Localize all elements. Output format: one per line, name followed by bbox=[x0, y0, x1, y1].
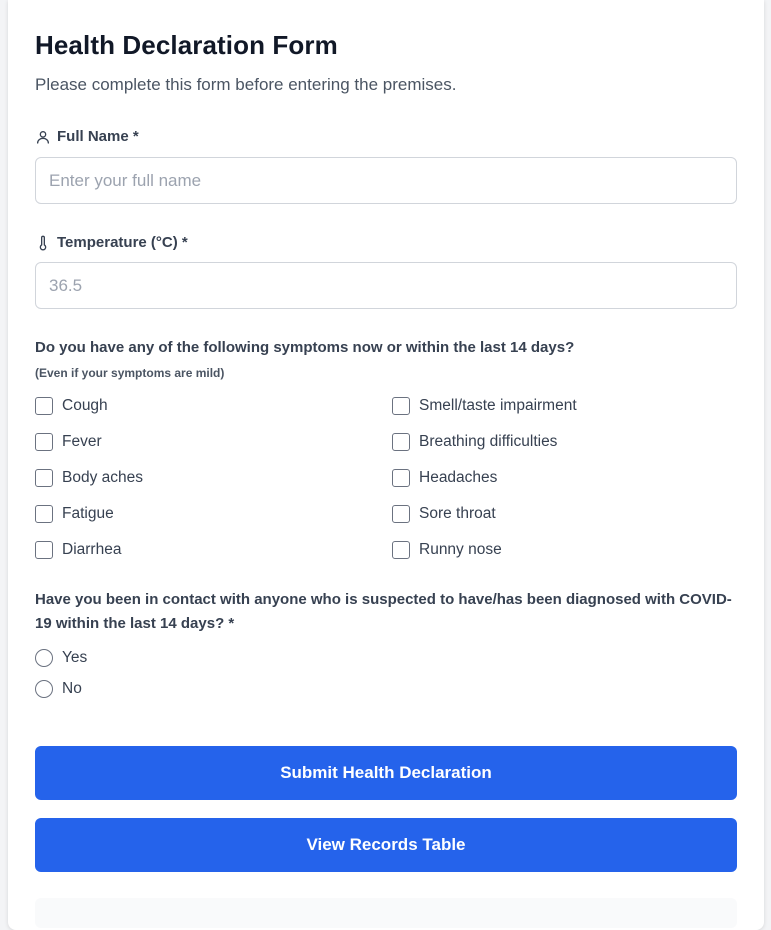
symptom-label: Smell/taste impairment bbox=[419, 397, 577, 414]
symptom-checkbox-smell-taste[interactable]: Smell/taste impairment bbox=[392, 397, 577, 415]
page-title: Health Declaration Form bbox=[35, 30, 338, 60]
checkbox[interactable] bbox=[392, 541, 410, 559]
checkbox[interactable] bbox=[35, 505, 53, 523]
symptom-label: Runny nose bbox=[419, 541, 502, 558]
user-icon bbox=[37, 130, 49, 144]
contact-radio-no[interactable]: No bbox=[35, 680, 82, 698]
symptom-label: Diarrhea bbox=[62, 541, 122, 558]
full-name-input[interactable] bbox=[35, 157, 737, 204]
symptoms-question: Do you have any of the following symptom… bbox=[35, 339, 575, 356]
symptom-checkbox-cough[interactable]: Cough bbox=[35, 397, 108, 415]
checkbox[interactable] bbox=[392, 397, 410, 415]
contact-radio-yes[interactable]: Yes bbox=[35, 649, 87, 667]
contact-question: Have you been in contact with anyone who… bbox=[35, 591, 732, 632]
temperature-input[interactable] bbox=[35, 262, 737, 309]
checkbox[interactable] bbox=[392, 469, 410, 487]
symptom-label: Fatigue bbox=[62, 505, 114, 522]
checkbox[interactable] bbox=[35, 469, 53, 487]
radio-label: Yes bbox=[62, 649, 88, 666]
symptom-checkbox-fatigue[interactable]: Fatigue bbox=[35, 505, 114, 523]
symptom-checkbox-sore-throat[interactable]: Sore throat bbox=[392, 505, 496, 523]
symptom-label: Cough bbox=[62, 397, 108, 414]
radio-label: No bbox=[62, 680, 82, 697]
checkbox[interactable] bbox=[392, 433, 410, 451]
radio-button[interactable] bbox=[35, 680, 53, 698]
full-name-label: Full Name * bbox=[35, 128, 139, 145]
symptom-label: Headaches bbox=[419, 469, 498, 486]
symptom-label: Sore throat bbox=[419, 505, 496, 522]
temperature-label-text: Temperature (°C) * bbox=[57, 234, 188, 251]
symptom-checkbox-body-aches[interactable]: Body aches bbox=[35, 469, 143, 487]
page-subtitle: Please complete this form before enterin… bbox=[35, 75, 457, 94]
symptom-label: Breathing difficulties bbox=[419, 433, 558, 450]
symptom-checkbox-diarrhea[interactable]: Diarrhea bbox=[35, 541, 121, 559]
checkbox[interactable] bbox=[35, 433, 53, 451]
symptom-checkbox-headaches[interactable]: Headaches bbox=[392, 469, 497, 487]
view-records-table-button[interactable]: View Records Table bbox=[35, 818, 737, 872]
records-panel bbox=[35, 898, 737, 928]
symptom-label: Fever bbox=[62, 433, 102, 450]
symptom-label: Body aches bbox=[62, 469, 143, 486]
symptom-checkbox-runny-nose[interactable]: Runny nose bbox=[392, 541, 502, 559]
full-name-label-text: Full Name * bbox=[57, 128, 139, 145]
health-declaration-card: Health Declaration Form Please complete … bbox=[8, 0, 764, 930]
submit-health-declaration-button[interactable]: Submit Health Declaration bbox=[35, 746, 737, 800]
checkbox[interactable] bbox=[35, 541, 53, 559]
checkbox[interactable] bbox=[392, 505, 410, 523]
symptom-checkbox-fever[interactable]: Fever bbox=[35, 433, 102, 451]
thermometer-icon bbox=[39, 235, 47, 250]
symptom-checkbox-breathing[interactable]: Breathing difficulties bbox=[392, 433, 557, 451]
checkbox[interactable] bbox=[35, 397, 53, 415]
temperature-label: Temperature (°C) * bbox=[35, 234, 188, 251]
symptoms-hint: (Even if your symptoms are mild) bbox=[35, 366, 225, 380]
radio-button[interactable] bbox=[35, 649, 53, 667]
